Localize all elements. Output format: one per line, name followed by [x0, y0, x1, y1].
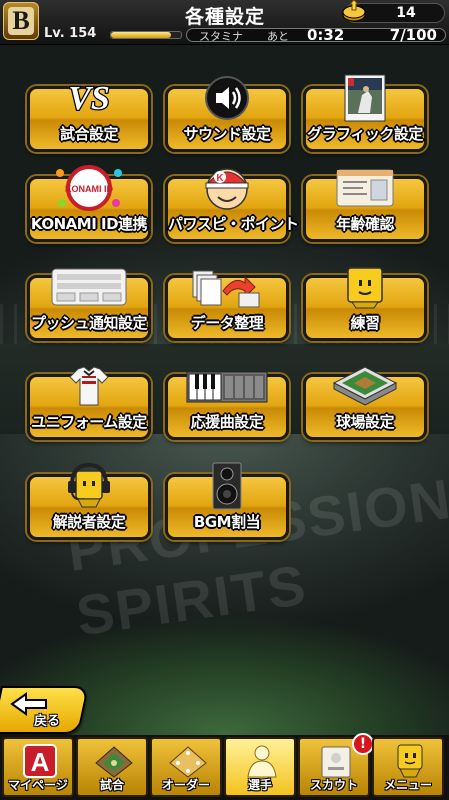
power-spi-face-icon: K: [197, 165, 257, 211]
data-organize-button[interactable]: データ整理: [165, 270, 289, 341]
power-spi-icon-text: K: [216, 173, 224, 184]
nav-tab-order[interactable]: オーダー: [150, 737, 222, 797]
id-card-icon: [333, 165, 397, 211]
konami-id-icon: KONAMI ID: [54, 165, 124, 211]
stadium-settings-button[interactable]: 球場設定: [303, 366, 427, 440]
coin-icon: [340, 0, 368, 24]
tile-label: グラフィック設定: [307, 125, 423, 143]
bgm-speaker-icon: [197, 462, 257, 510]
tile-label: 解説者設定: [52, 513, 126, 531]
tile-label: データ整理: [190, 314, 264, 332]
push-notification-settings-button[interactable]: プッシュ通知設定: [27, 268, 151, 341]
tile-label: 練習: [350, 314, 380, 332]
speaker-icon: [197, 75, 257, 121]
graphic-settings-button[interactable]: グラフィック設定: [303, 74, 427, 152]
data-transfer-icon: [187, 264, 267, 310]
back-button-inner: 戻る: [10, 692, 70, 729]
tile-label: 球場設定: [335, 413, 395, 431]
tile-label: 応援曲設定: [190, 413, 264, 431]
svg-text:VS: VS: [68, 80, 110, 117]
tile-label: プッシュ通知設定: [30, 314, 148, 332]
stamina-bar: スタミナ あと 0:32 7/100: [186, 26, 446, 44]
baseball-field-icon: [92, 743, 136, 779]
nav-label: マイページ: [8, 778, 68, 792]
level-progress-fill: [111, 32, 171, 38]
nav-tab-mypage[interactable]: A マイページ: [2, 737, 74, 797]
konami-id-link-button[interactable]: KONAMI ID KONAMI ID連携: [27, 165, 151, 242]
nav-label: スカウト: [309, 778, 358, 792]
tile-label: 試合設定: [59, 125, 119, 143]
commentator-settings-button[interactable]: 解説者設定: [27, 463, 151, 540]
uniform-icon: [59, 363, 119, 409]
scout-card-icon: [314, 743, 358, 779]
sound-settings-button[interactable]: サウンド設定: [165, 76, 289, 152]
power-spi-point-button[interactable]: K パワスピ・ポイント: [165, 168, 299, 242]
nav-tab-players[interactable]: 選手: [224, 737, 296, 797]
coin-counter[interactable]: 14: [342, 0, 445, 23]
team-logo[interactable]: B: [3, 2, 39, 40]
practice-button[interactable]: 練習: [303, 267, 427, 341]
stamina-label: スタミナ: [199, 30, 243, 43]
tile-label: パワスピ・ポイント: [168, 215, 299, 233]
back-button[interactable]: 戻る: [0, 686, 90, 734]
nav-label: メニュー: [383, 778, 432, 792]
order-field-icon: [166, 743, 210, 779]
coin-value: 14: [396, 5, 416, 21]
practice-face-icon: [335, 264, 395, 310]
tile-label: BGM割当: [193, 513, 261, 531]
team-logo-letter: B: [8, 6, 34, 35]
match-settings-button[interactable]: VS 試合設定: [27, 79, 151, 152]
tile-label: 年齢確認: [335, 215, 395, 233]
page-title: 各種設定: [184, 6, 265, 28]
tile-label: サウンド設定: [183, 125, 271, 143]
level-progress-bar: [110, 31, 182, 39]
nav-label: オーダー: [161, 778, 210, 792]
tile-label: ユニフォーム設定: [31, 413, 147, 431]
photo-icon: [335, 74, 395, 122]
menu-face-icon: [388, 743, 432, 779]
nav-label: 試合: [99, 778, 124, 792]
age-verification-button[interactable]: 年齢確認: [303, 169, 427, 242]
notification-panel-icon: [49, 264, 129, 310]
bgm-assign-button[interactable]: BGM割当: [165, 462, 289, 540]
konami-id-icon-text: KONAMI ID: [65, 184, 113, 194]
uniform-settings-button[interactable]: ユニフォーム設定: [27, 366, 151, 440]
bottom-nav: A マイページ 試合 オーダー 選手 スカウト ! メニュー: [0, 733, 449, 800]
notification-badge: !: [352, 733, 374, 755]
nav-tab-menu[interactable]: メニュー: [372, 737, 444, 797]
mypage-a-icon: A: [18, 743, 62, 779]
stamina-timer: 0:32: [307, 26, 345, 44]
stamina-remaining-label: あと: [267, 30, 289, 43]
player-level: Lv. 154: [44, 26, 97, 41]
mypage-icon-text: A: [31, 747, 50, 777]
player-icon: [240, 743, 284, 779]
piano-keys-icon: [185, 363, 269, 409]
cheer-song-settings-button[interactable]: 応援曲設定: [165, 371, 289, 440]
nav-tab-scout[interactable]: スカウト !: [298, 733, 374, 797]
nav-label: 選手: [247, 778, 272, 792]
back-button-label: 戻る: [34, 714, 61, 729]
commentator-headset-icon: [59, 463, 119, 509]
stadium-icon: [330, 363, 400, 409]
stamina-count: 7/100: [389, 26, 437, 44]
nav-tab-match[interactable]: 試合: [76, 737, 148, 797]
header-bar: B 各種設定 14 Lv. 154 スタミナ あと 0:32 7/100: [0, 0, 449, 45]
tile-label: KONAMI ID連携: [30, 215, 148, 233]
vs-icon: VS: [59, 75, 119, 121]
